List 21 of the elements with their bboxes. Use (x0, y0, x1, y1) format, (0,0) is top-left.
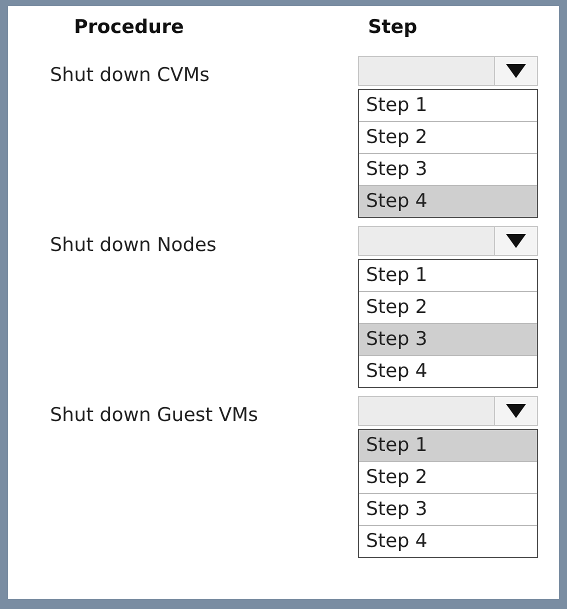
step-dropdown[interactable] (358, 396, 538, 426)
list-option[interactable]: Step 4 (359, 526, 537, 557)
step-dropdown[interactable] (358, 56, 538, 86)
list-option[interactable]: Step 2 (359, 122, 537, 154)
list-option[interactable]: Step 4 (359, 186, 537, 217)
column-header: Step (367, 16, 418, 40)
step-dropdown[interactable] (358, 226, 538, 256)
column-header: Procedure (73, 16, 185, 40)
dropdown-arrow-icon (506, 64, 526, 78)
procedure-label: Shut down CVMs (49, 63, 210, 88)
procedure-label: Shut down Guest VMs (49, 403, 260, 428)
dropdown-arrow-icon (506, 234, 526, 248)
dropdown-arrow-icon (506, 404, 526, 418)
list-option[interactable]: Step 2 (359, 462, 537, 494)
list-option[interactable]: Step 1 (359, 260, 537, 292)
list-option[interactable]: Step 3 (359, 324, 537, 356)
list-option[interactable]: Step 1 (359, 430, 537, 462)
list-option[interactable]: Step 4 (359, 356, 537, 387)
list-option[interactable]: Step 3 (359, 494, 537, 526)
procedure-label: Shut down Nodes (49, 233, 218, 258)
list-option[interactable]: Step 1 (359, 90, 537, 122)
